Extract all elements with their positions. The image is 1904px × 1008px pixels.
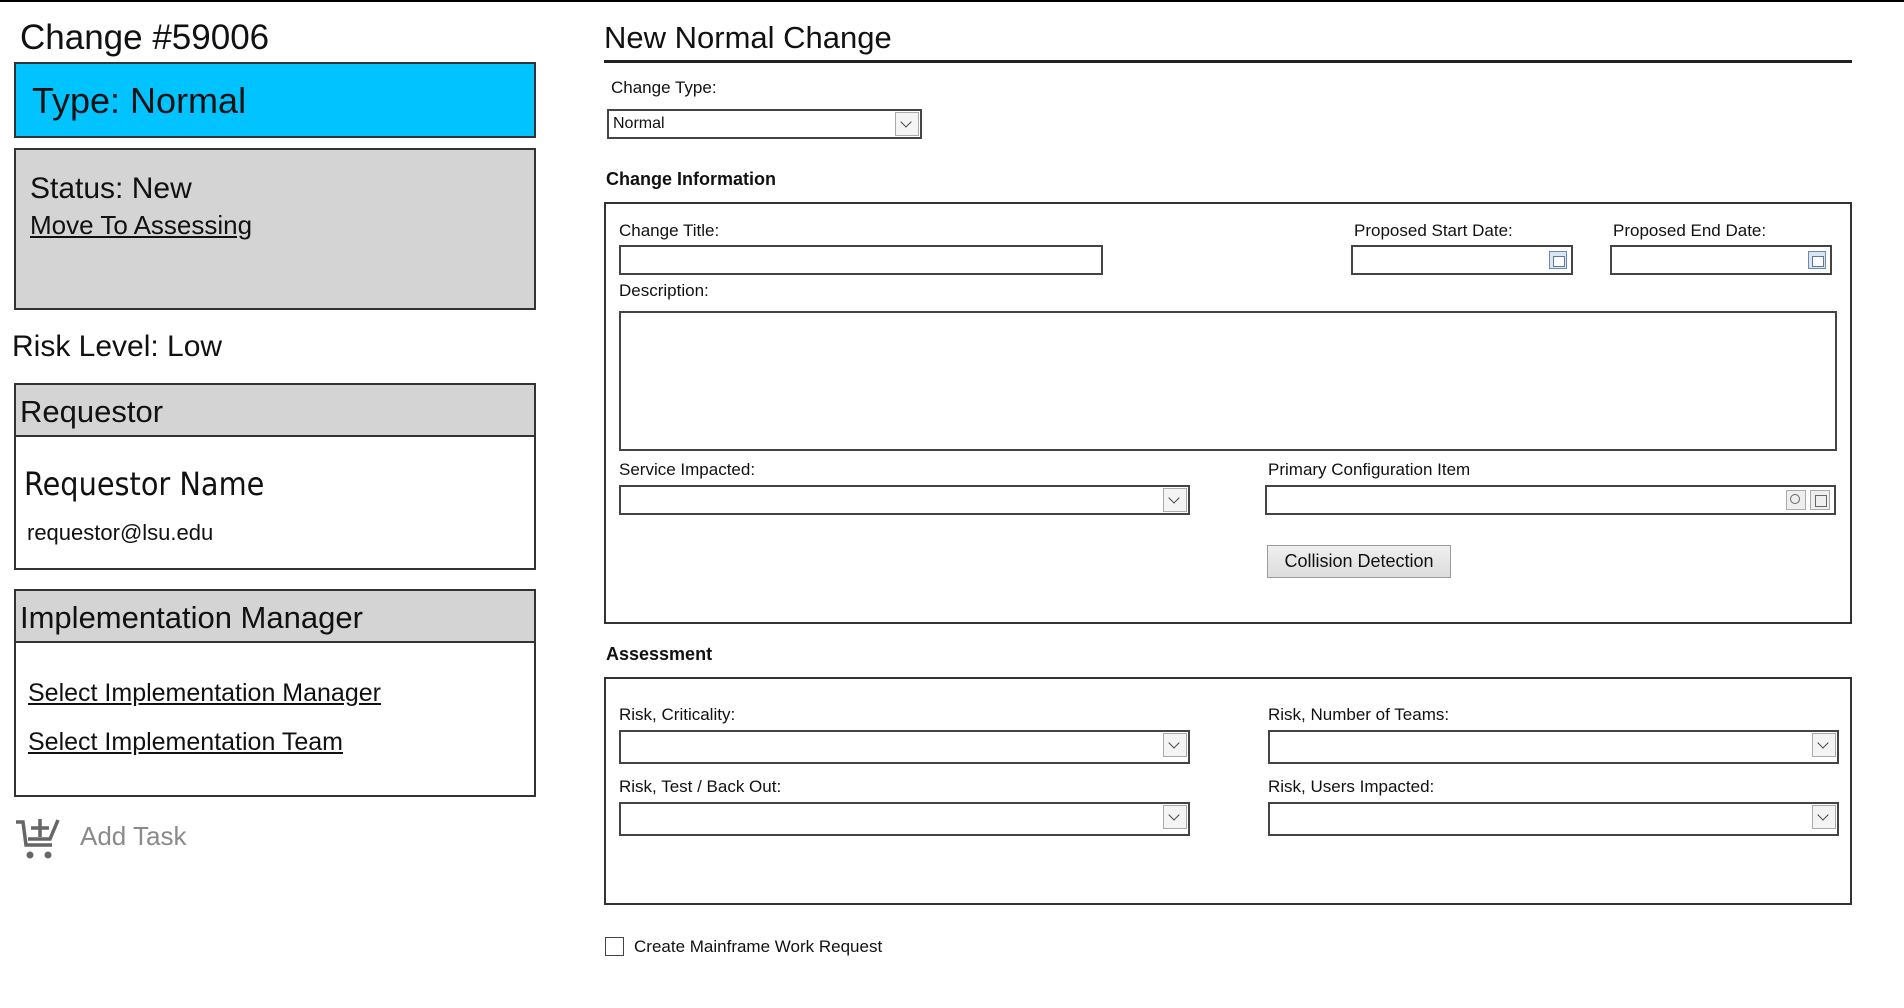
collision-detection-button[interactable]: Collision Detection [1267, 545, 1451, 578]
change-type-select[interactable]: Normal [607, 109, 922, 139]
change-information-heading: Change Information [606, 169, 776, 189]
description-textarea[interactable] [619, 311, 1837, 451]
type-banner: Type: Normal [14, 62, 536, 138]
proposed-start-input[interactable] [1351, 245, 1573, 275]
chevron-down-icon [1163, 805, 1187, 829]
proposed-end-label: Proposed End Date: [1613, 221, 1767, 240]
risk-users-select[interactable] [1268, 802, 1839, 836]
primary-ci-label: Primary Configuration Item [1268, 460, 1471, 479]
risk-teams-label: Risk, Number of Teams: [1268, 705, 1450, 724]
change-number: Change #59006 [20, 18, 270, 57]
status-label: Status: New [30, 172, 192, 205]
top-border [0, 0, 1904, 2]
change-type-value: Normal [613, 115, 665, 132]
open-item-icon[interactable] [1810, 490, 1830, 510]
chevron-down-icon [1812, 805, 1836, 829]
status-panel: Status: New Move To Assessing [14, 148, 536, 310]
select-implementation-team-link[interactable]: Select Implementation Team [28, 728, 343, 757]
assessment-section: Risk, Criticality: Risk, Number of Teams… [604, 677, 1852, 905]
form-title: New Normal Change [604, 20, 892, 55]
requestor-email: requestor@lsu.edu [27, 520, 214, 545]
chevron-down-icon [1163, 733, 1187, 757]
risk-criticality-select[interactable] [619, 730, 1190, 764]
primary-ci-input[interactable] [1265, 485, 1836, 515]
implementation-panel: Implementation Manager Select Implementa… [14, 589, 536, 797]
move-to-assessing-link[interactable]: Move To Assessing [30, 210, 252, 241]
change-title-input[interactable] [619, 245, 1103, 275]
requestor-name: Requestor Name [24, 465, 265, 503]
risk-test-label: Risk, Test / Back Out: [619, 777, 782, 796]
add-task-cart-icon [16, 819, 60, 859]
assessment-heading: Assessment [606, 644, 713, 664]
risk-criticality-label: Risk, Criticality: [619, 705, 736, 724]
chevron-down-icon [1812, 733, 1836, 757]
add-task-label: Add Task [80, 821, 187, 851]
proposed-end-input[interactable] [1610, 245, 1832, 275]
risk-users-label: Risk, Users Impacted: [1268, 777, 1435, 796]
calendar-icon[interactable] [1549, 251, 1567, 269]
select-implementation-manager-link[interactable]: Select Implementation Manager [28, 679, 381, 708]
title-rule [604, 60, 1852, 63]
requestor-header: Requestor [16, 385, 534, 437]
mainframe-checkbox-label: Create Mainframe Work Request [634, 937, 883, 956]
implementation-header: Implementation Manager [16, 591, 534, 643]
requestor-panel: Requestor Requestor Name requestor@lsu.e… [14, 383, 536, 570]
mainframe-checkbox[interactable] [605, 937, 624, 956]
change-title-label: Change Title: [619, 221, 720, 240]
chevron-down-icon [895, 112, 919, 136]
service-impacted-select[interactable] [619, 485, 1190, 515]
proposed-start-label: Proposed Start Date: [1354, 221, 1513, 240]
add-task-button[interactable]: Add Task [14, 815, 214, 861]
calendar-icon[interactable] [1808, 251, 1826, 269]
change-type-label: Change Type: [611, 78, 717, 97]
risk-level: Risk Level: Low [12, 330, 223, 363]
chevron-down-icon [1163, 488, 1187, 512]
type-label: Type: Normal [32, 80, 247, 121]
service-impacted-label: Service Impacted: [619, 460, 756, 479]
description-label: Description: [619, 281, 709, 300]
risk-teams-select[interactable] [1268, 730, 1839, 764]
lookup-icon[interactable] [1786, 490, 1806, 510]
change-information-section: Change Title: Proposed Start Date: Propo… [604, 202, 1852, 624]
risk-test-select[interactable] [619, 802, 1190, 836]
